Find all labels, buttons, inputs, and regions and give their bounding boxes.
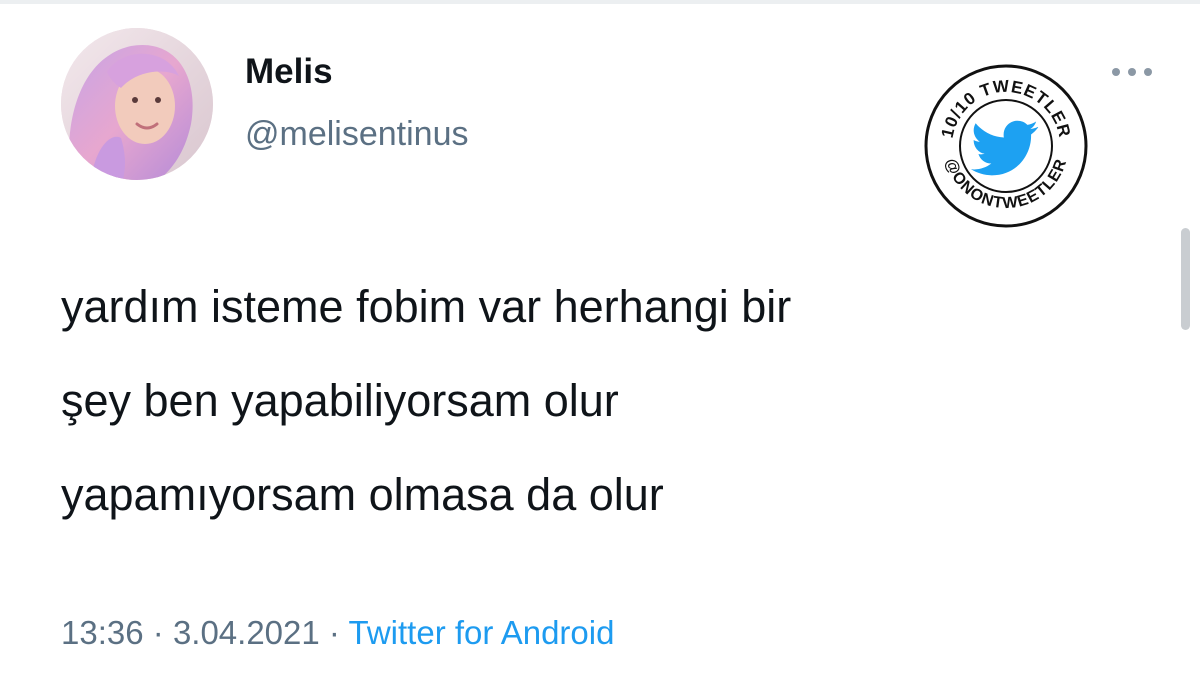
tweet-text-line: şey ben yapabiliyorsam olur (61, 375, 619, 426)
tweet-text-line: yapamıyorsam olmasa da olur (61, 469, 664, 520)
tweet-time[interactable]: 13:36 (61, 614, 144, 651)
meta-separator: · (152, 614, 164, 651)
tweet-source-link[interactable]: Twitter for Android (349, 614, 615, 651)
more-options-button[interactable] (1104, 56, 1160, 88)
meta-separator: · (328, 614, 340, 651)
top-divider (0, 0, 1200, 4)
avatar[interactable] (61, 28, 213, 180)
watermark-logo: 10/10 TWEETLER @ONONTWEETLER (922, 62, 1090, 230)
tweet-metadata: 13:36 · 3.04.2021 · Twitter for Android (61, 608, 614, 658)
tweet-text: yardım isteme fobim var herhangi bir şey… (61, 260, 1151, 542)
author-handle[interactable]: @melisentinus (245, 112, 469, 156)
author-display-name[interactable]: Melis (245, 50, 333, 94)
tweet-date[interactable]: 3.04.2021 (173, 614, 320, 651)
tweet-text-line: yardım isteme fobim var herhangi bir (61, 281, 792, 332)
scrollbar-thumb[interactable] (1181, 228, 1190, 330)
more-horizontal-icon (1112, 68, 1152, 76)
